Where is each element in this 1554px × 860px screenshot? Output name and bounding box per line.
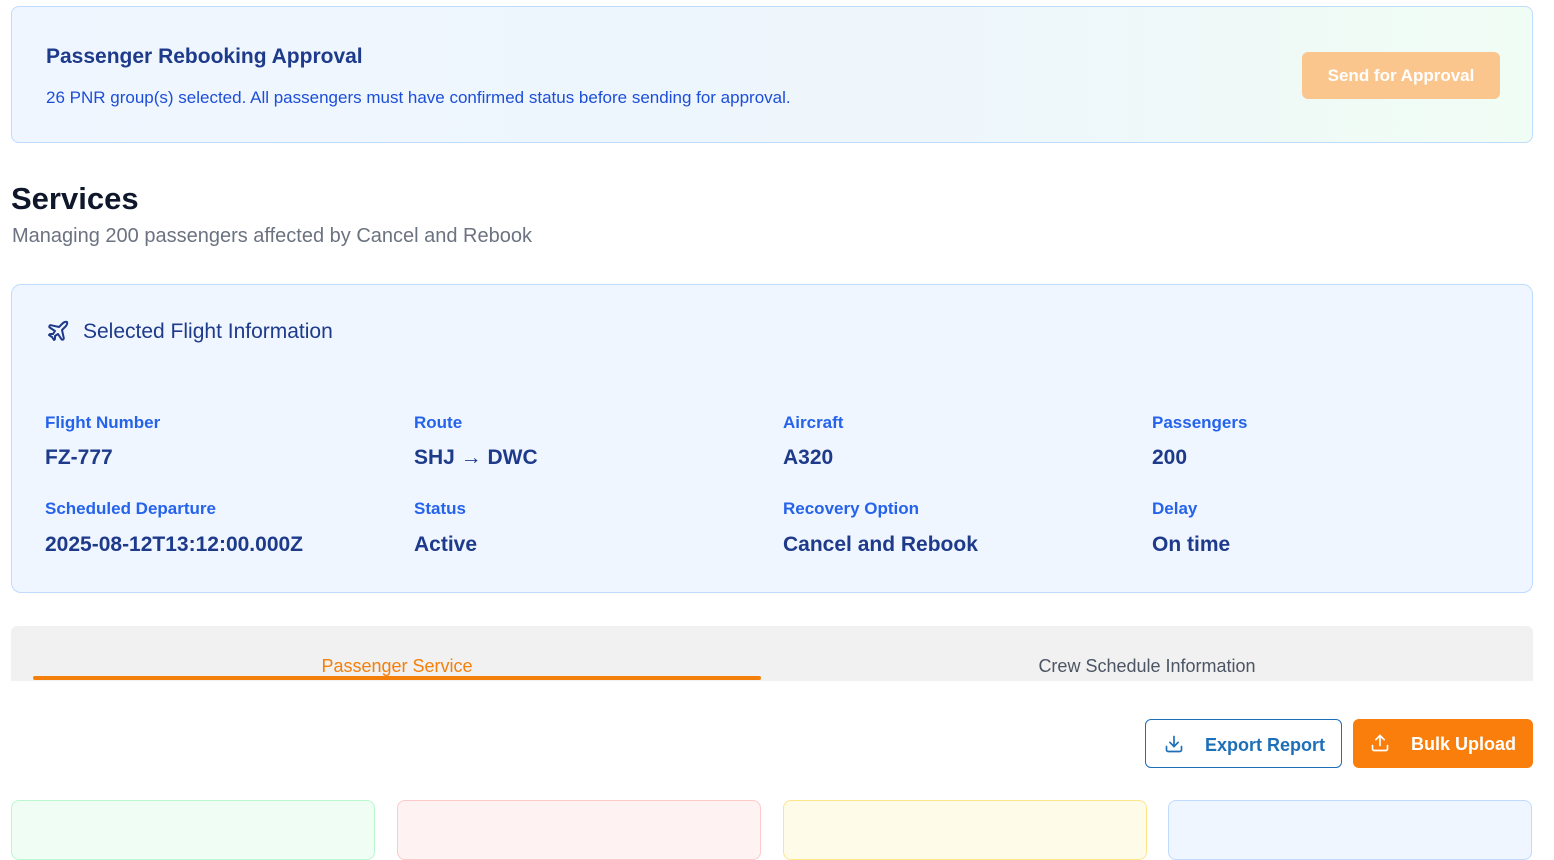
flight-number-label: Flight Number (45, 413, 161, 432)
tab-passenger-service[interactable]: Passenger Service (33, 626, 761, 681)
scheduled-departure-label: Scheduled Departure (45, 499, 216, 518)
aircraft-label: Aircraft (783, 413, 844, 432)
flight-info-title: Selected Flight Information (83, 320, 333, 343)
export-report-button[interactable]: Export Report (1145, 719, 1342, 768)
active-tab-indicator (33, 676, 761, 680)
page-title: Services (11, 181, 139, 216)
tab-passenger-service-label: Passenger Service (321, 656, 473, 676)
export-report-label: Export Report (1205, 735, 1326, 755)
tab-crew-schedule-label: Crew Schedule Information (1038, 656, 1256, 676)
flight-number-value: FZ-777 (45, 446, 113, 469)
send-for-approval-button[interactable]: Send for Approval (1302, 52, 1500, 99)
download-icon (1165, 735, 1183, 753)
stat-card-pending (783, 800, 1147, 860)
page-subtitle: Managing 200 passengers affected by Canc… (12, 225, 532, 247)
status-value: Active (414, 533, 478, 556)
stat-card-total (1168, 800, 1532, 860)
delay-label: Delay (1152, 499, 1198, 518)
approval-subtitle: 26 PNR group(s) selected. All passengers… (46, 88, 791, 107)
approval-banner: Passenger Rebooking Approval 26 PNR grou… (11, 6, 1533, 143)
stat-card-confirmed (11, 800, 375, 860)
flight-info-card: Selected Flight Information Flight Numbe… (11, 284, 1533, 593)
delay-value: On time (1152, 533, 1231, 556)
service-tabs: Passenger Service Crew Schedule Informat… (11, 626, 1533, 681)
scheduled-departure-value: 2025-08-12T13:12:00.000Z (45, 533, 304, 556)
stat-card-cancelled (397, 800, 761, 860)
upload-icon (1371, 734, 1389, 752)
status-label: Status (414, 499, 466, 518)
bulk-upload-label: Bulk Upload (1411, 734, 1517, 754)
plane-icon (48, 320, 69, 341)
tab-crew-schedule[interactable]: Crew Schedule Information (783, 626, 1511, 681)
approval-title: Passenger Rebooking Approval (46, 45, 363, 68)
route-value: SHJ → DWC (414, 446, 538, 469)
route-label: Route (414, 413, 463, 432)
recovery-option-value: Cancel and Rebook (783, 533, 978, 556)
recovery-option-label: Recovery Option (783, 499, 920, 518)
bulk-upload-button[interactable]: Bulk Upload (1353, 719, 1533, 768)
passengers-value: 200 (1152, 446, 1188, 469)
aircraft-value: A320 (783, 446, 834, 469)
passengers-label: Passengers (1152, 413, 1248, 432)
